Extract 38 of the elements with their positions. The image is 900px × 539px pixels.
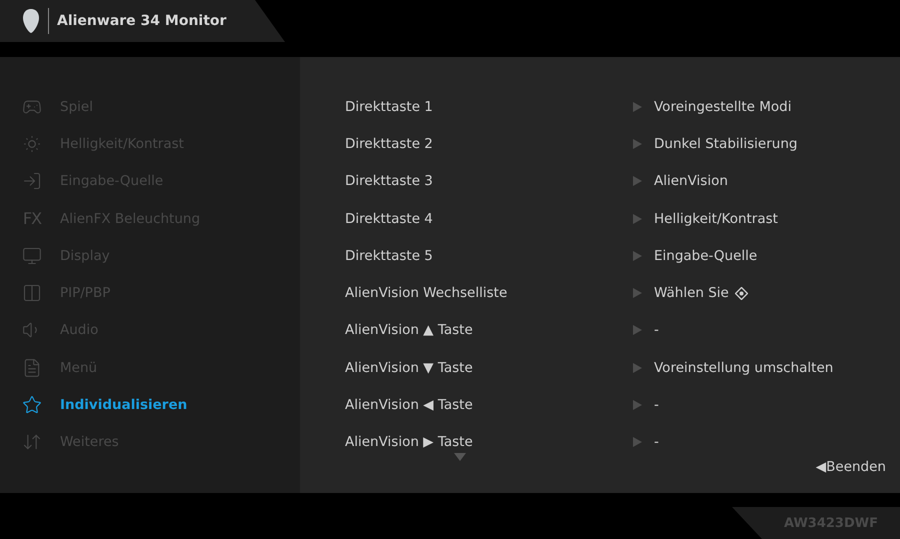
setting-label[interactable]: AlienVision ▲ Taste (345, 322, 633, 338)
logo-icon (22, 8, 40, 34)
monitor-title: Alienware 34 Monitor (57, 13, 226, 29)
setting-value: Helligkeit/Kontrast (654, 210, 778, 227)
setting-value: Wählen Sie (654, 285, 729, 302)
triangle-icon (633, 437, 642, 448)
triangle-icon (633, 176, 642, 186)
setting-label[interactable]: AlienVision ▶ Taste (345, 434, 633, 450)
exit-button[interactable]: ◀Beenden (816, 458, 886, 475)
triangle-icon (633, 250, 642, 261)
triangle-icon (633, 400, 642, 410)
monitor-icon (20, 246, 44, 266)
setting-value: - (654, 397, 659, 414)
triangle-icon (633, 138, 642, 149)
triangle-icon (633, 214, 642, 224)
setting-value: Voreinstellung umschalten (654, 360, 834, 376)
setting-value: - (654, 322, 659, 338)
setting-value: - (654, 434, 659, 450)
setting-label[interactable]: AlienVision Wechselliste (345, 285, 633, 302)
triangle-icon (633, 288, 642, 298)
setting-label[interactable]: Direkttaste 1 (345, 98, 633, 115)
triangle-icon (633, 325, 642, 336)
star-icon (20, 395, 44, 416)
setting-value: Voreingestellte Modi (654, 98, 792, 115)
triangle-icon (633, 102, 642, 112)
triangle-icon (633, 362, 642, 373)
scroll-down-icon[interactable] (454, 452, 466, 461)
setting-label[interactable]: AlienVision ▼ Taste (345, 360, 633, 376)
setting-label[interactable]: Direkttaste 3 (345, 173, 633, 190)
setting-label[interactable]: AlienVision ◀ Taste (345, 397, 633, 414)
setting-value: AlienVision (654, 173, 728, 190)
setting-value: Dunkel Stabilisierung (654, 136, 798, 152)
setting-value: Eingabe-Quelle (654, 248, 758, 264)
target-icon (734, 286, 748, 300)
setting-label[interactable]: Direkttaste 2 (345, 136, 633, 152)
setting-label[interactable]: Direkttaste 5 (345, 248, 633, 264)
menu-item[interactable]: Individualisieren (0, 386, 300, 424)
setting-label[interactable]: Direkttaste 4 (345, 210, 633, 227)
